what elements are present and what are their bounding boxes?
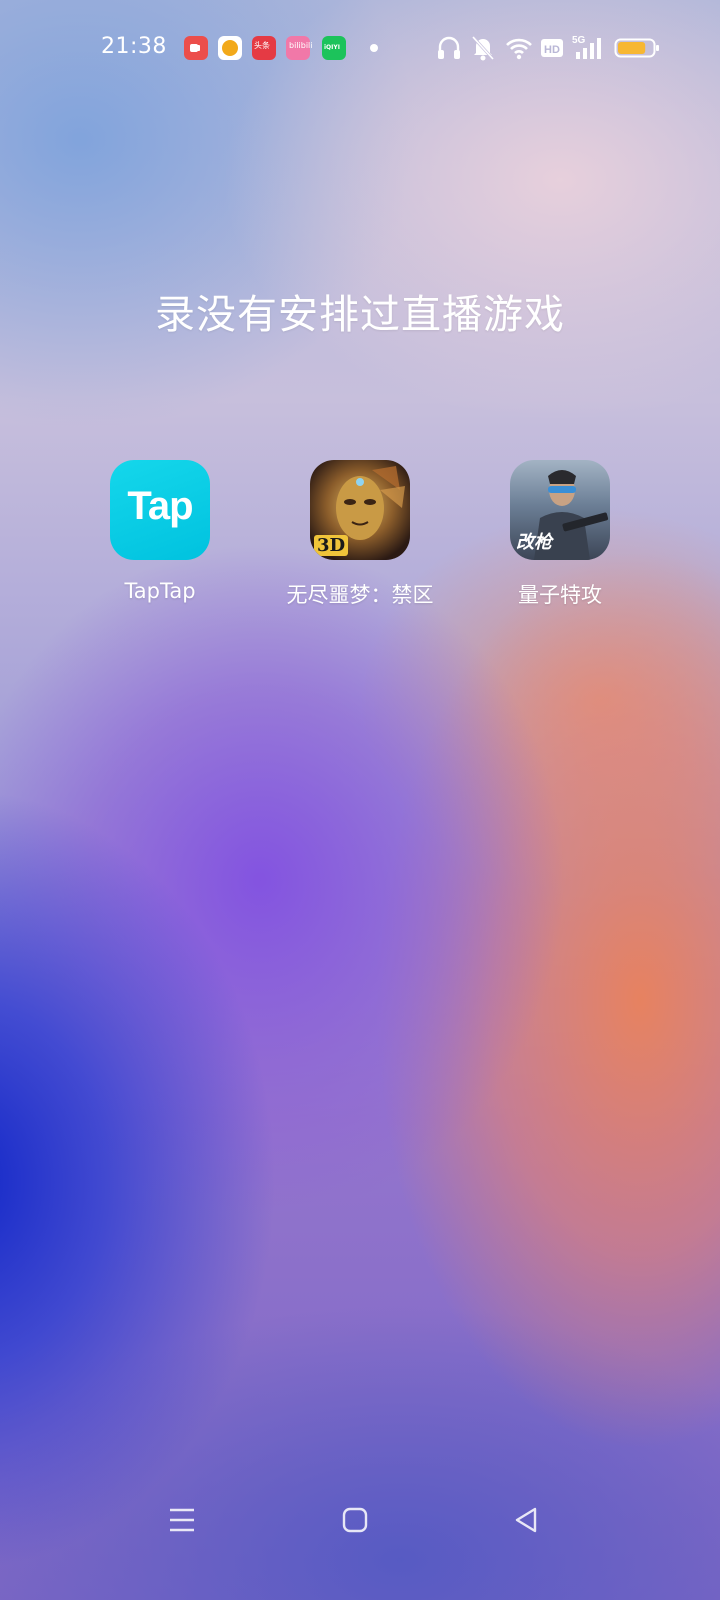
hd-icon: HD <box>541 39 563 57</box>
recent-apps-button[interactable] <box>142 1480 222 1560</box>
back-icon <box>515 1507 537 1533</box>
headphones-icon <box>438 36 460 59</box>
app-taptap[interactable]: Tap TapTap <box>60 460 260 603</box>
menu-icon <box>170 1508 194 1532</box>
toutiao-icon-text: 头条 <box>254 41 270 50</box>
taptap-icon-text: Tap <box>127 484 193 528</box>
battery-icon <box>614 38 659 58</box>
network-type-text: 5G <box>572 35 586 46</box>
mask-game-icon[interactable]: 3D <box>310 460 410 560</box>
status-time: 21:38 <box>101 34 167 59</box>
more-notifications-dot <box>370 44 378 52</box>
taptap-icon[interactable]: Tap <box>110 460 210 560</box>
navigation-bar <box>0 1480 720 1600</box>
back-button[interactable] <box>486 1480 566 1560</box>
toutiao-icon: 头条 <box>252 36 276 60</box>
wifi-icon <box>506 38 532 60</box>
iqiyi-icon-text: iQIYI <box>324 44 340 51</box>
app-label: 无尽噩梦：禁区 <box>286 583 434 607</box>
home-button[interactable] <box>315 1480 395 1560</box>
video-app-icon <box>184 36 208 60</box>
mask-game-3d-badge: 3D <box>314 535 349 556</box>
kids-app-icon <box>218 36 242 60</box>
hd-text: HD <box>544 44 560 56</box>
home-icon <box>342 1507 368 1533</box>
page-title: 录没有安排过直播游戏 <box>155 292 565 338</box>
app-label: 量子特攻 <box>518 583 602 607</box>
app-quantum-strike[interactable]: 改枪 量子特攻 <box>460 460 660 609</box>
bilibili-icon-text: bilibili <box>289 41 313 50</box>
status-bar: 21:38 头条 bilibili iQIYI HD 5G <box>0 0 720 96</box>
mute-bell-icon <box>471 35 495 61</box>
cellular-signal-icon: 5G <box>572 35 601 59</box>
bilibili-icon: bilibili <box>286 36 313 60</box>
soldier-game-icon[interactable]: 改枪 <box>510 460 610 560</box>
app-label: TapTap <box>124 579 196 603</box>
soldier-game-badge: 改枪 <box>516 532 552 553</box>
iqiyi-icon: iQIYI <box>322 36 346 60</box>
app-endless-nightmare[interactable]: 3D 无尽噩梦：禁区 <box>260 460 460 609</box>
